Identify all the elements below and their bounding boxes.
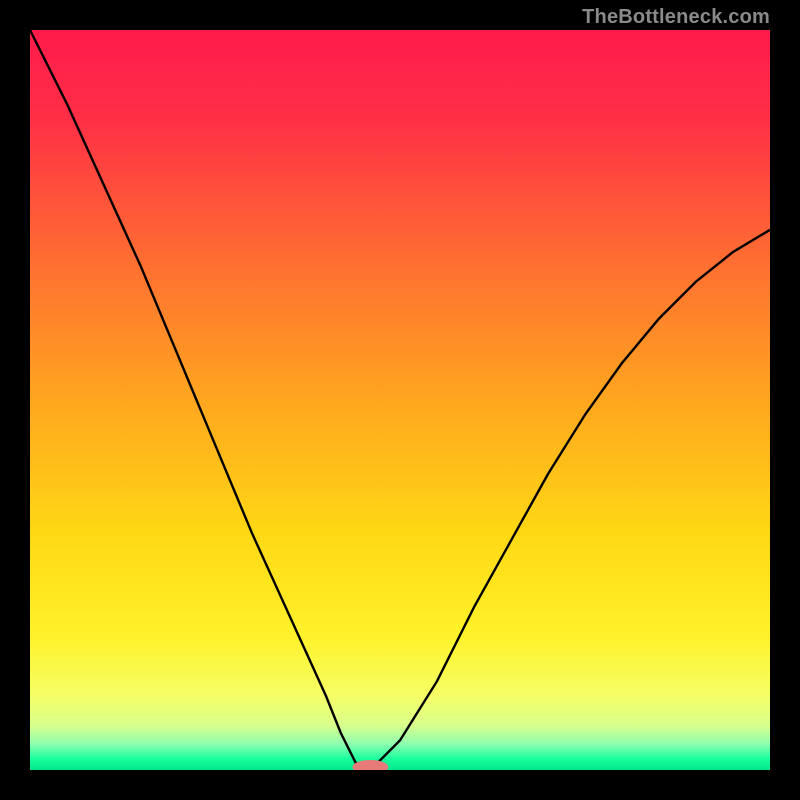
chart-frame: TheBottleneck.com <box>0 0 800 800</box>
plot-area <box>30 30 770 770</box>
gradient-background <box>30 30 770 770</box>
bottleneck-chart <box>30 30 770 770</box>
watermark-text: TheBottleneck.com <box>582 6 770 29</box>
